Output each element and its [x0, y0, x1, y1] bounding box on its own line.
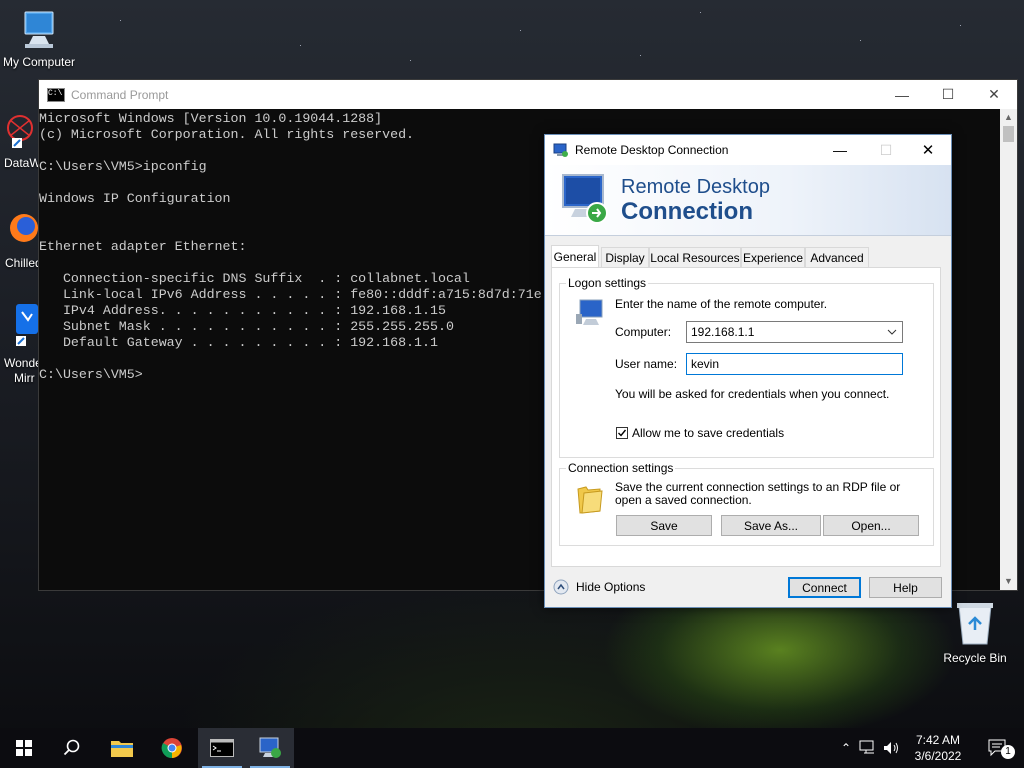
logon-instruction: Enter the name of the remote computer. [615, 297, 828, 311]
desktop-icon-wonder[interactable]: Wonde Mirr [0, 302, 42, 385]
clock-date: 3/6/2022 [914, 749, 962, 763]
search-button[interactable] [48, 728, 96, 768]
desktop-icon-label: Wonde [4, 356, 42, 370]
chevron-up-circle-icon [553, 579, 569, 595]
tab-display[interactable]: Display [601, 247, 649, 267]
connection-settings-label: Connection settings [566, 461, 676, 475]
tab-general[interactable]: General [551, 245, 599, 267]
logon-settings-group: Logon settings Enter the name of the rem… [559, 276, 934, 458]
cmd-window-title: Command Prompt [71, 87, 169, 102]
folder-icon [111, 741, 133, 757]
general-tab-page: Logon settings Enter the name of the rem… [551, 267, 941, 567]
cmd-app-icon: C:\ [47, 87, 65, 102]
computer-label: Computer: [615, 325, 672, 339]
desktop-icon-label: DataW [4, 156, 41, 170]
computer-icon [24, 11, 54, 48]
desktop-icon-chilled[interactable]: Chilled [0, 206, 42, 270]
computer-value: 192.168.1.1 [691, 325, 755, 339]
network-icon[interactable] [858, 740, 878, 756]
checkmark-icon [618, 429, 627, 437]
tab-strip: General Display Local Resources Experien… [551, 245, 943, 267]
rdp-close-button[interactable]: ✕ [905, 135, 951, 165]
desktop-icon-label-line2: Mirr [14, 371, 35, 385]
scroll-thumb[interactable] [1003, 126, 1014, 142]
minimize-button[interactable]: — [879, 80, 925, 109]
console-line: Microsoft Windows [Version 10.0.19044.12… [39, 111, 383, 126]
volume-icon[interactable] [882, 740, 902, 756]
rdp-banner: Remote Desktop Connection [545, 165, 951, 236]
connection-description: Save the current connection settings to … [615, 480, 901, 507]
username-label: User name: [615, 357, 678, 371]
taskbar-clock[interactable]: 7:42 AM 3/6/2022 [905, 732, 971, 764]
rdp-minimize-button[interactable]: — [817, 135, 863, 165]
connection-settings-group: Connection settings Save the current con… [559, 461, 934, 546]
desktop-icon-recycle-bin[interactable]: Recycle Bin [940, 600, 1010, 665]
desktop-icon-label: Chilled [5, 256, 42, 270]
tab-experience[interactable]: Experience [741, 247, 805, 267]
username-value: kevin [691, 357, 720, 371]
rdp-window-title: Remote Desktop Connection [575, 143, 729, 157]
chevron-down-icon[interactable] [887, 329, 897, 335]
hide-options-toggle[interactable]: Hide Options [553, 579, 645, 595]
desktop-icon-my-computer[interactable]: My Computer [0, 8, 78, 69]
username-field[interactable]: kevin [686, 353, 903, 375]
allow-save-checkbox[interactable] [616, 427, 628, 439]
taskbar-remote-desktop[interactable] [246, 728, 294, 768]
terminal-icon [210, 739, 234, 757]
scroll-up-arrow-icon[interactable]: ▲ [1000, 109, 1017, 126]
rdp-app-icon [553, 143, 568, 157]
folder-icon [577, 486, 603, 514]
computer-combobox[interactable]: 192.168.1.1 [686, 321, 903, 343]
maximize-button[interactable]: ☐ [925, 80, 971, 109]
hide-options-label: Hide Options [576, 580, 646, 594]
banner-title-line1: Remote Desktop [621, 176, 770, 198]
rdp-dialog[interactable]: Remote Desktop Connection — ☐ ✕ Remote D… [544, 134, 952, 608]
taskbar: ⌃ 7:42 AM 3/6/2022 1 [0, 728, 1024, 768]
connect-button[interactable]: Connect [788, 577, 861, 598]
datawrapper-icon [7, 115, 33, 148]
chrome-icon [161, 738, 182, 759]
system-tray: ⌃ [836, 728, 902, 768]
desktop-icon-label: My Computer [2, 55, 76, 69]
taskbar-command-prompt[interactable] [198, 728, 246, 768]
desktop-icon-label: Recycle Bin [943, 651, 1007, 665]
vertical-scrollbar[interactable]: ▲ ▼ [1000, 109, 1017, 590]
chevron-up-icon[interactable]: ⌃ [836, 741, 856, 755]
close-button[interactable]: ✕ [971, 80, 1017, 109]
clock-time: 7:42 AM [915, 733, 961, 747]
open-button[interactable]: Open... [823, 515, 919, 536]
remote-desktop-logo-icon [562, 174, 608, 224]
taskbar-file-explorer[interactable] [98, 728, 146, 768]
save-as-button[interactable]: Save As... [721, 515, 821, 536]
help-button[interactable]: Help [869, 577, 942, 598]
start-button[interactable] [0, 728, 48, 768]
tab-advanced[interactable]: Advanced [805, 247, 869, 267]
banner-title-line2: Connection [621, 198, 753, 225]
logon-settings-label: Logon settings [566, 276, 649, 290]
tab-local-resources[interactable]: Local Resources [649, 247, 741, 267]
rdp-titlebar[interactable]: Remote Desktop Connection — ☐ ✕ [545, 135, 951, 165]
save-button[interactable]: Save [616, 515, 712, 536]
wondershare-icon [16, 304, 38, 346]
cmd-titlebar[interactable]: C:\ Command Prompt — ☐ ✕ [39, 80, 1017, 109]
windows-logo-icon [16, 740, 32, 756]
recycle-bin-icon [957, 603, 993, 645]
search-icon [63, 739, 80, 756]
credentials-note: You will be asked for credentials when y… [615, 387, 890, 401]
allow-save-label[interactable]: Allow me to save credentials [632, 426, 784, 440]
rdp-maximize-button: ☐ [879, 141, 893, 158]
desktop-icon-datawrapper[interactable]: DataW [0, 110, 41, 170]
firefox-like-icon [10, 214, 38, 242]
computer-icon [576, 299, 603, 325]
notification-center-button[interactable]: 1 [974, 728, 1022, 768]
taskbar-chrome[interactable] [148, 728, 196, 768]
scroll-down-arrow-icon[interactable]: ▼ [1000, 573, 1017, 590]
notification-count: 1 [1001, 745, 1015, 759]
remote-desktop-icon [259, 737, 281, 758]
